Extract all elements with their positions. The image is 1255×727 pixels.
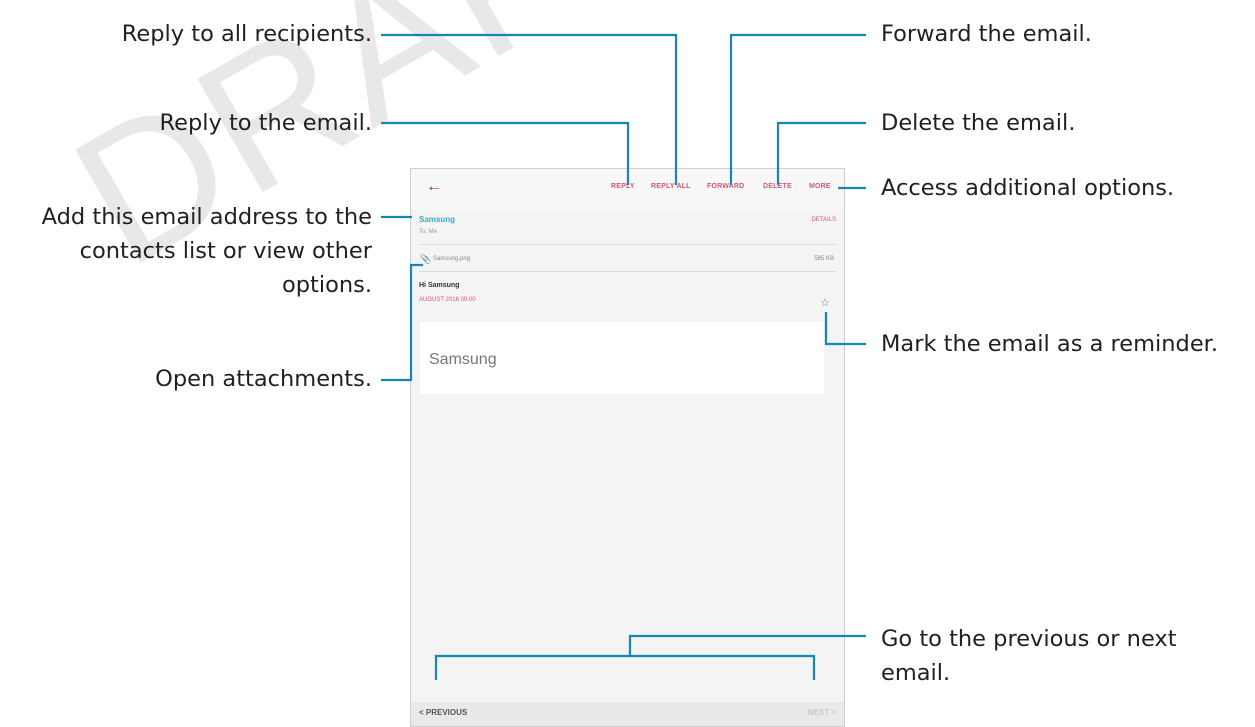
attachment-size: 585 KB xyxy=(814,256,834,262)
callout-navigation-line: email. xyxy=(881,660,951,686)
email-navigation-bar: < PREVIOUS NEXT > xyxy=(411,702,844,726)
back-arrow-icon[interactable]: ← xyxy=(426,178,442,196)
details-button[interactable]: DETAILS xyxy=(811,217,836,223)
callout-delete: Delete the email. xyxy=(881,110,1076,136)
email-body-text: Samsung xyxy=(429,351,497,368)
callout-contact: Add this email address to the contacts l… xyxy=(42,200,372,302)
next-email-button[interactable]: NEXT > xyxy=(808,708,836,717)
email-toolbar: ← REPLY REPLY ALL FORWARD DELETE MORE xyxy=(411,169,844,209)
email-date: AUGUST 2016 09:00 xyxy=(419,297,476,303)
reply-button[interactable]: REPLY xyxy=(611,183,635,190)
paperclip-icon[interactable]: 📎 xyxy=(420,254,431,265)
email-view-screen: ← REPLY REPLY ALL FORWARD DELETE MORE Sa… xyxy=(410,168,845,727)
recipient-line: To: Me xyxy=(419,229,438,235)
email-subject: Hi Samsung xyxy=(419,282,460,289)
callout-reminder: Mark the email as a reminder. xyxy=(881,331,1219,357)
previous-email-button[interactable]: < PREVIOUS xyxy=(419,708,467,717)
forward-button[interactable]: FORWARD xyxy=(707,183,744,190)
leader-line-forward xyxy=(729,33,866,185)
attachment-name[interactable]: Samsung.png xyxy=(433,256,470,262)
divider xyxy=(419,244,836,245)
callout-navigation: Go to the previous or next email. xyxy=(881,622,1177,690)
divider xyxy=(419,271,836,272)
callout-reply: Reply to the email. xyxy=(159,110,373,136)
more-button[interactable]: MORE xyxy=(809,183,831,190)
callout-forward: Forward the email. xyxy=(881,21,1092,47)
callout-contact-line: Add this email address to the xyxy=(41,204,372,230)
callout-reply-all: Reply to all recipients. xyxy=(121,21,372,47)
callout-contact-line: options. xyxy=(281,272,372,298)
callout-more-options: Access additional options. xyxy=(881,175,1175,201)
star-icon[interactable]: ☆ xyxy=(820,296,830,309)
sender-name[interactable]: Samsung xyxy=(419,215,455,224)
reply-all-button[interactable]: REPLY ALL xyxy=(651,183,691,190)
callout-attachments: Open attachments. xyxy=(155,366,372,392)
callout-navigation-line: Go to the previous or next xyxy=(881,626,1177,652)
callout-contact-line: contacts list or view other xyxy=(79,238,372,264)
delete-button[interactable]: DELETE xyxy=(763,183,792,190)
